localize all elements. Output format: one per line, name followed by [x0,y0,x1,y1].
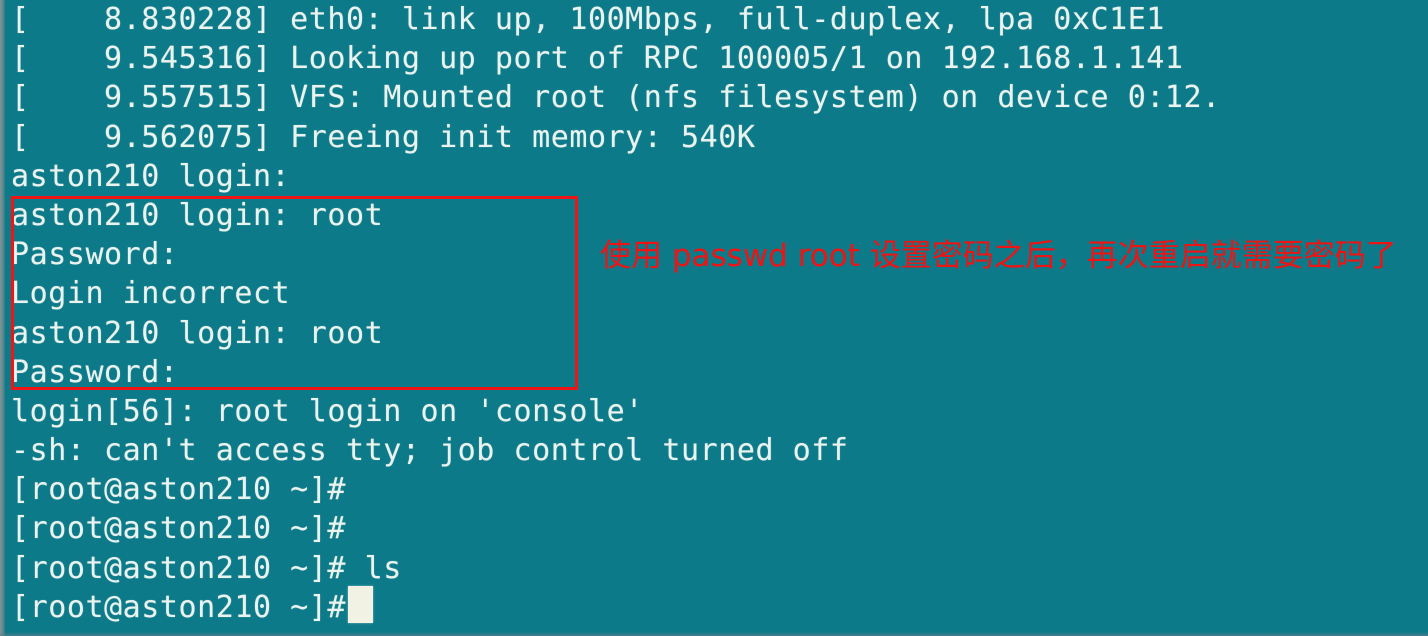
console-line-boot-2: [ 9.545316] Looking up port of RPC 10000… [11,41,1184,77]
console-line-password-prompt-2: Password: [11,354,179,390]
screen-bezel-left [0,0,5,636]
annotation-text: 使用 passwd root 设置密码之后，再次重启就需要密码了 [600,238,1397,274]
console-line-login-prompt: aston210 login: [11,158,291,194]
console-line-shell-prompt-ls: [root@aston210 ~]# ls [11,550,402,586]
console-line-shell-warning: -sh: can't access tty; job control turne… [11,433,849,469]
console-line-login-session: login[56]: root login on 'console' [11,393,644,429]
console-line-shell-prompt-1: [root@aston210 ~]# [11,472,347,508]
terminal-screen[interactable]: [ 8.830228] eth0: link up, 100Mbps, full… [0,0,1428,636]
console-line-login-attempt-1: aston210 login: root [11,197,384,233]
console-line-shell-prompt-active[interactable]: [root@aston210 ~]# [11,588,1421,627]
screen-bezel-bottom [0,632,1428,636]
console-line-shell-prompt-2: [root@aston210 ~]# [11,511,347,547]
terminal-cursor [348,586,373,623]
console-line-login-attempt-2: aston210 login: root [11,315,384,351]
console-line-login-incorrect: Login incorrect [11,276,291,312]
console-line-boot-3: [ 9.557515] VFS: Mounted root (nfs files… [11,80,1221,116]
console-line-boot-1: [ 8.830228] eth0: link up, 100Mbps, full… [11,2,1165,37]
console-output: [ 8.830228] eth0: link up, 100Mbps, full… [11,0,1421,627]
console-line-boot-4: [ 9.562075] Freeing init memory: 540K [11,119,756,155]
